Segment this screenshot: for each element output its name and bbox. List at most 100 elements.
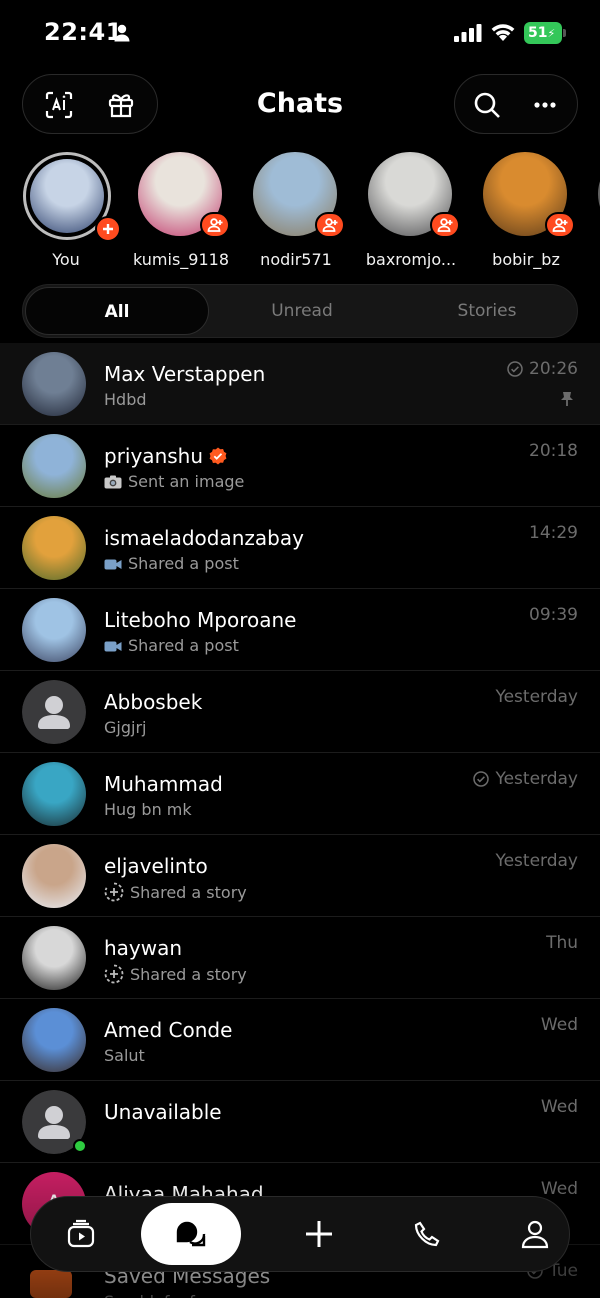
chat-time: Wed xyxy=(541,1097,578,1117)
chat-name-text: eljavelinto xyxy=(104,854,208,878)
chat-time-text: 09:39 xyxy=(529,605,578,625)
chat-row[interactable]: Muhammad Hug bn mk Yesterday xyxy=(0,753,600,835)
add-user-icon xyxy=(207,218,223,232)
avatar[interactable] xyxy=(22,762,86,826)
story-name: baxromjo... xyxy=(365,250,457,269)
avatar[interactable] xyxy=(22,926,86,990)
chat-time-text: 20:26 xyxy=(529,359,578,379)
avatar[interactable] xyxy=(22,844,86,908)
stories-row: You kumis_9118 nodir571 baxromjo... bobir_bz… xyxy=(0,150,600,274)
chat-time: Thu xyxy=(546,933,578,953)
avatar xyxy=(30,159,104,233)
online-indicator xyxy=(73,1139,87,1153)
plus-icon xyxy=(306,1221,332,1247)
chat-time: 14:29 xyxy=(529,523,578,543)
chat-row[interactable]: Max Verstappen Hdbd 20:26 xyxy=(0,343,600,425)
nav-profile[interactable] xyxy=(485,1203,585,1265)
chat-preview: Shared a post xyxy=(104,636,239,655)
add-friend-badge[interactable] xyxy=(430,212,460,238)
nav-reels[interactable] xyxy=(31,1203,131,1265)
chat-name-text: Liteboho Mporoane xyxy=(104,608,297,632)
chat-preview: Hdbd xyxy=(104,390,147,409)
chat-name: haywan xyxy=(104,936,182,960)
chat-row[interactable]: haywan Shared a story Thu xyxy=(0,917,600,999)
signal-icon xyxy=(454,24,482,42)
story-name: r xyxy=(586,250,600,269)
chat-name-text: Abbosbek xyxy=(104,690,203,714)
chat-preview: Shared a story xyxy=(104,964,247,984)
chat-name: Max Verstappen xyxy=(104,362,265,386)
chat-preview: Saaddafeef xyxy=(104,1292,195,1298)
tab-unread[interactable]: Unread xyxy=(210,287,394,335)
chat-row[interactable]: Unavailable Wed xyxy=(0,1081,600,1163)
chat-list: Max Verstappen Hdbd 20:26 priyanshu Sent an … xyxy=(0,343,600,1298)
story-icon xyxy=(104,964,124,984)
charging-bolt-icon: ⚡ xyxy=(547,27,556,40)
chat-row[interactable]: Amed Conde Salut Wed xyxy=(0,999,600,1081)
chat-time: Wed xyxy=(541,1015,578,1035)
chat-preview-text: Hdbd xyxy=(104,390,147,409)
person-icon xyxy=(114,24,130,42)
chat-preview: Shared a post xyxy=(104,554,239,573)
chat-name-text: ismaeladodanzabay xyxy=(104,526,304,550)
nav-chats[interactable] xyxy=(141,1203,241,1265)
chat-time-text: Wed xyxy=(540,1097,578,1117)
chats-icon xyxy=(176,1221,206,1247)
add-friend-badge[interactable] xyxy=(315,212,345,238)
chat-preview: Hug bn mk xyxy=(104,800,192,819)
chat-time: Wed xyxy=(541,1179,578,1199)
chat-name: priyanshu xyxy=(104,444,227,470)
add-user-icon xyxy=(552,218,568,232)
phone-icon xyxy=(414,1221,440,1247)
chat-name-text: priyanshu xyxy=(104,444,204,468)
chat-time: 09:39 xyxy=(529,605,578,625)
more-button[interactable] xyxy=(529,89,561,121)
chat-name-text: Unavailable xyxy=(104,1100,222,1124)
default-avatar-icon[interactable] xyxy=(22,680,86,744)
chat-preview-text: Shared a post xyxy=(128,554,239,573)
search-button[interactable] xyxy=(471,89,503,121)
chat-name: ismaeladodanzabay xyxy=(104,526,304,550)
avatar[interactable] xyxy=(22,516,86,580)
chat-time: 20:26 xyxy=(507,359,578,379)
avatar[interactable] xyxy=(22,1008,86,1072)
chat-time: Yesterday xyxy=(473,769,578,789)
chat-row[interactable]: ismaeladodanzabay Shared a post 14:29 xyxy=(0,507,600,589)
chat-row[interactable]: priyanshu Sent an image 20:18 xyxy=(0,425,600,507)
chat-name-text: haywan xyxy=(104,936,183,960)
avatar[interactable] xyxy=(22,352,86,416)
search-icon xyxy=(474,92,500,118)
chat-preview: Sent an image xyxy=(104,472,244,491)
chat-time-text: Wed xyxy=(540,1015,578,1035)
more-icon xyxy=(534,102,556,108)
tab-all[interactable]: All xyxy=(25,287,209,335)
avatar[interactable] xyxy=(22,434,86,498)
add-friend-badge[interactable] xyxy=(545,212,575,238)
chat-name-text: Max Verstappen xyxy=(104,362,266,386)
read-check-icon xyxy=(507,361,523,377)
nav-new-chat[interactable] xyxy=(269,1203,369,1265)
tab-stories[interactable]: Stories xyxy=(395,287,579,335)
status-time: 22:41 xyxy=(44,18,123,46)
chat-preview: Shared a story xyxy=(104,882,247,902)
add-friend-badge[interactable] xyxy=(200,212,230,238)
chat-preview-text: Shared a post xyxy=(128,636,239,655)
chat-preview-text: Sent an image xyxy=(128,472,245,491)
chat-time-text: Yesterday xyxy=(495,687,578,707)
chat-row[interactable]: Liteboho Mporoane Shared a post 09:39 xyxy=(0,589,600,671)
chat-time-text: Thu xyxy=(546,933,578,953)
chat-time-text: Yesterday xyxy=(495,769,578,789)
story-name: kumis_9118 xyxy=(133,250,229,269)
story-name: bobir_bz xyxy=(492,250,560,269)
avatar[interactable] xyxy=(22,598,86,662)
chat-preview: Salut xyxy=(104,1046,145,1065)
profile-icon xyxy=(521,1220,549,1249)
chat-time-text: Wed xyxy=(540,1179,578,1199)
nav-calls[interactable] xyxy=(377,1203,477,1265)
chat-row[interactable]: eljavelinto Shared a story Yesterday xyxy=(0,835,600,917)
battery-indicator: 51⚡ xyxy=(524,22,566,44)
add-story-badge[interactable] xyxy=(95,216,121,242)
pin-icon xyxy=(560,391,574,411)
chat-row[interactable]: Abbosbek Gjgjrj Yesterday xyxy=(0,671,600,753)
header-right-actions xyxy=(454,74,578,134)
